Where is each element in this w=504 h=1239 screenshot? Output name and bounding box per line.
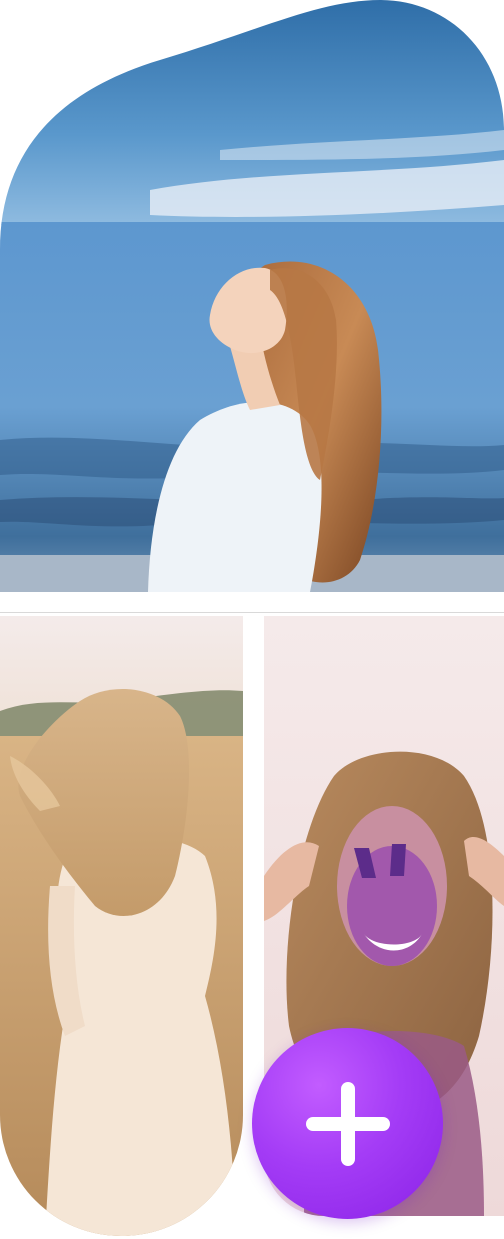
photo-woman-by-sea[interactable] [0, 0, 504, 592]
plus-icon [305, 1081, 390, 1166]
section-divider [0, 612, 504, 613]
photo-woman-in-wheat-field[interactable] [0, 616, 243, 1236]
add-photo-button[interactable] [252, 1028, 443, 1219]
